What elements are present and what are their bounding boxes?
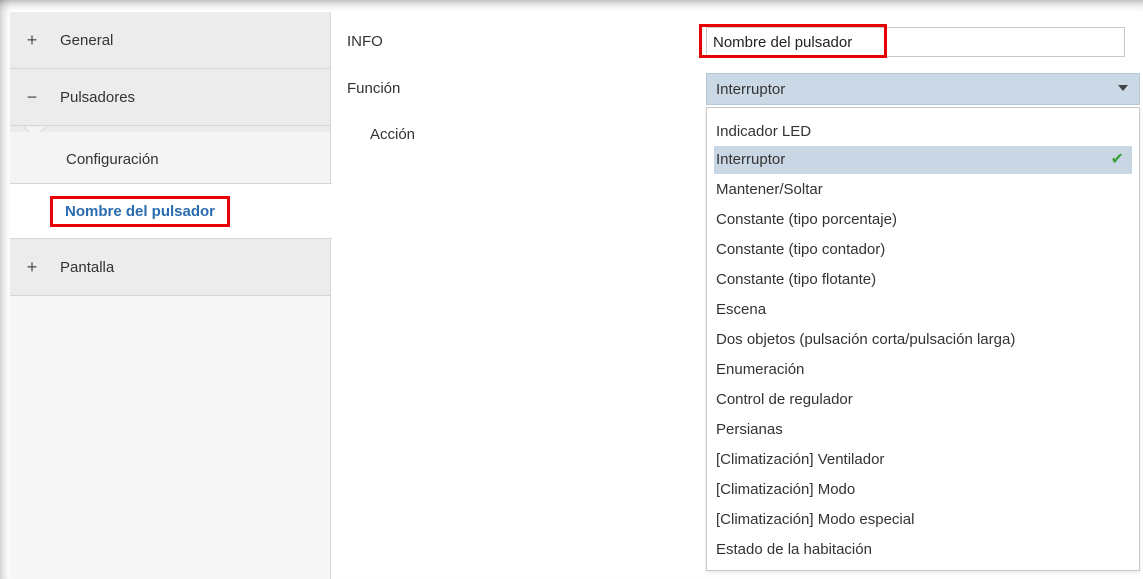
dropdown-option[interactable]: Dos objetos (pulsación corta/pulsación l… (714, 326, 1132, 354)
dropdown-option-selected[interactable]: Interruptor ✔ (714, 146, 1132, 174)
dropdown-option[interactable]: Indicador LED (714, 118, 1132, 146)
sidebar-item-pulsadores[interactable]: − Pulsadores (10, 69, 330, 126)
dropdown-option-label: Interruptor (716, 151, 786, 168)
info-label: INFO (347, 33, 383, 50)
sidebar-item-pantalla[interactable]: + Pantalla (10, 239, 330, 296)
sidebar-item-configuracion[interactable]: Configuración (10, 132, 330, 186)
dropdown-option[interactable]: Persianas (714, 416, 1132, 444)
sidebar: + General − Pulsadores Configuración Nom… (10, 12, 332, 579)
dropdown-option[interactable]: Mantener/Soltar (714, 176, 1132, 204)
expand-icon: + (26, 256, 38, 277)
accion-label: Acción (370, 126, 416, 143)
sidebar-item-label-active: Nombre del pulsador (50, 195, 231, 227)
collapse-icon: − (26, 86, 38, 107)
sidebar-item-general[interactable]: + General (10, 12, 330, 69)
sidebar-item-label: Pulsadores (60, 88, 136, 106)
dropdown-option[interactable]: [Climatización] Modo (714, 476, 1132, 504)
funcion-label: Función (347, 80, 401, 97)
dropdown-option[interactable]: Control de regulador (714, 386, 1132, 414)
funcion-select[interactable]: Interruptor (706, 73, 1140, 105)
funcion-dropdown-list: Indicador LED Interruptor ✔ Mantener/Sol… (706, 107, 1140, 571)
info-input[interactable]: Nombre del pulsador (706, 27, 1125, 57)
sidebar-item-nombre-del-pulsador[interactable]: Nombre del pulsador (10, 183, 332, 239)
funcion-select-value: Interruptor (716, 81, 786, 98)
info-input-value: Nombre del pulsador (713, 34, 853, 51)
dropdown-option[interactable]: Escena (714, 296, 1132, 324)
checkmark-icon: ✔ (1110, 151, 1124, 168)
sidebar-empty-area (10, 296, 330, 579)
dropdown-option[interactable]: [Climatización] Modo especial (714, 506, 1132, 534)
dropdown-option[interactable]: [Climatización] Ventilador (714, 446, 1132, 474)
sidebar-item-label: Configuración (66, 150, 159, 168)
dropdown-option[interactable]: Enumeración (714, 356, 1132, 384)
expand-icon: + (26, 29, 38, 50)
dropdown-option[interactable]: Constante (tipo porcentaje) (714, 206, 1132, 234)
sidebar-item-label: Pantalla (60, 258, 115, 276)
chevron-down-icon (1118, 85, 1128, 91)
dropdown-option[interactable]: Constante (tipo flotante) (714, 266, 1132, 294)
sidebar-item-label: General (60, 31, 114, 49)
dropdown-option[interactable]: Estado de la habitación (714, 536, 1132, 564)
dropdown-option[interactable]: Constante (tipo contador) (714, 236, 1132, 264)
